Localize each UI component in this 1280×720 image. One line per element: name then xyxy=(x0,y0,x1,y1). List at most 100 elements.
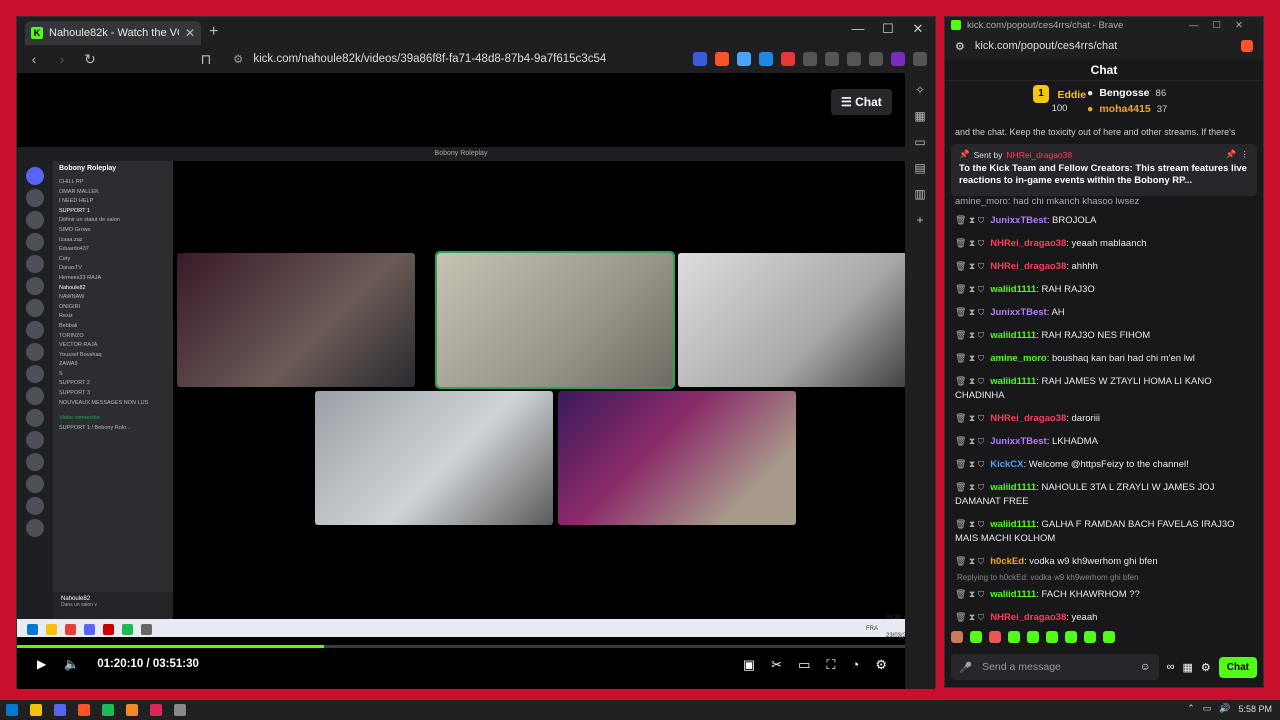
media-icon[interactable] xyxy=(847,52,861,66)
leo-icon[interactable] xyxy=(891,52,905,66)
chat-username[interactable]: h0ckEd xyxy=(990,556,1024,567)
chat-username[interactable]: waliid1111 xyxy=(990,330,1036,341)
microphone-icon[interactable]: 🎤 xyxy=(959,661,972,674)
wallet-sidebar-icon[interactable]: ▭ xyxy=(914,135,925,149)
toggle-chat-button[interactable]: ☰ Chat xyxy=(831,89,892,115)
chat-username[interactable]: amine_moro xyxy=(990,353,1047,364)
moderation-icons[interactable]: 🗑 ⧗ ⛉ xyxy=(955,589,984,599)
play-icon[interactable]: ▶ xyxy=(37,657,46,671)
emote-icon[interactable] xyxy=(1027,631,1039,643)
windows-start-icon[interactable] xyxy=(6,704,18,716)
moderation-icons[interactable]: 🗑 ⧗ ⛉ xyxy=(955,519,984,529)
moderation-icons[interactable]: 🗑 ⧗ ⛉ xyxy=(955,215,984,225)
chat-window-controls[interactable]: —☐✕ xyxy=(1189,20,1257,31)
new-tab-icon[interactable]: + xyxy=(209,23,218,41)
moderation-icons[interactable]: 🗑 ⧗ ⛉ xyxy=(955,330,984,340)
brave-shields-icon[interactable] xyxy=(715,52,729,66)
moderation-icons[interactable]: 🗑 ⧗ ⛉ xyxy=(955,612,984,622)
store-icon[interactable]: ▦ xyxy=(1182,661,1192,674)
volume-tray-icon[interactable]: 🔊 xyxy=(1219,703,1230,714)
settings-gear-icon[interactable]: ⚙ xyxy=(875,657,887,673)
history-sidebar-icon[interactable]: ▤ xyxy=(914,161,925,175)
volume-icon[interactable]: 🔈 xyxy=(64,657,79,671)
chat-url[interactable]: kick.com/popout/ces4rrs/chat xyxy=(975,40,1117,52)
file-explorer-icon[interactable] xyxy=(30,704,42,716)
brave-shields-icon[interactable] xyxy=(1241,40,1253,52)
moderation-icons[interactable]: 🗑 ⧗ ⛉ xyxy=(955,482,984,492)
tray-chevron-icon[interactable]: ⌃ xyxy=(1187,703,1195,714)
close-window-icon[interactable]: ✕ xyxy=(903,21,933,37)
discord-icon[interactable] xyxy=(54,704,66,716)
app-icon[interactable] xyxy=(174,704,186,716)
chat-username[interactable]: waliid1111 xyxy=(990,482,1036,493)
progress-bar[interactable] xyxy=(17,645,905,648)
chat-username[interactable]: waliid1111 xyxy=(990,519,1036,530)
chat-settings-icon[interactable]: ⚙ xyxy=(1201,661,1211,674)
emote-icon[interactable] xyxy=(1008,631,1020,643)
wallet-icon[interactable] xyxy=(869,52,883,66)
kicks-icon[interactable]: ∞ xyxy=(1167,661,1175,673)
moderation-icons[interactable]: 🗑 ⧗ ⛉ xyxy=(955,459,984,469)
moderation-icons[interactable]: 🗑 ⧗ ⛉ xyxy=(955,238,984,248)
brave-icon[interactable] xyxy=(78,704,90,716)
speed-icon[interactable]: ◔ xyxy=(851,657,859,673)
bookmarks-sidebar-icon[interactable]: ▦ xyxy=(914,109,925,123)
extensions-icon[interactable] xyxy=(803,52,817,66)
chat-username[interactable]: waliid1111 xyxy=(990,589,1036,600)
emoji-icon[interactable]: ☺ xyxy=(1140,661,1151,673)
emote-icon[interactable] xyxy=(1084,631,1096,643)
theater-icon[interactable]: ▭ xyxy=(798,657,810,673)
close-tab-icon[interactable]: ✕ xyxy=(185,26,195,40)
chat-username[interactable]: NHRei_dragao38 xyxy=(990,261,1066,272)
chat-username[interactable]: KickCX xyxy=(990,459,1023,470)
share-icon[interactable] xyxy=(693,52,707,66)
moderation-icons[interactable]: 🗑 ⧗ ⛉ xyxy=(955,353,984,363)
clip-icon[interactable]: ✂ xyxy=(771,657,782,673)
site-info-icon[interactable]: ⚙ xyxy=(955,40,965,53)
emote-icon[interactable] xyxy=(1065,631,1077,643)
address-bar[interactable]: ⚙ kick.com/nahoule82k/videos/39a86f8f-fa… xyxy=(225,48,683,70)
emote-icon[interactable] xyxy=(1103,631,1115,643)
emote-icon[interactable] xyxy=(951,631,963,643)
moderation-icons[interactable]: 🗑 ⧗ ⛉ xyxy=(955,307,984,317)
moderation-icons[interactable]: 🗑 ⧗ ⛉ xyxy=(955,413,984,423)
chat-username[interactable]: NHRei_dragao38 xyxy=(990,612,1066,623)
chat-username[interactable]: waliid1111 xyxy=(990,284,1036,295)
chat-username[interactable]: JunixxTBest xyxy=(990,215,1047,226)
unpin-icon[interactable]: 📌 xyxy=(1226,149,1237,160)
back-icon[interactable]: ‹ xyxy=(25,51,43,67)
bookmark-icon[interactable]: ⊓ xyxy=(197,51,215,68)
app-icon[interactable] xyxy=(150,704,162,716)
chat-username[interactable]: JunixxTBest xyxy=(990,307,1047,318)
site-info-icon[interactable]: ⚙ xyxy=(233,52,243,66)
miniplayer-icon[interactable]: ▣ xyxy=(743,657,755,673)
app-icon[interactable] xyxy=(126,704,138,716)
chat-username[interactable]: waliid1111 xyxy=(990,376,1036,387)
chat-username[interactable]: NHRei_dragao38 xyxy=(990,238,1066,249)
extension-3-icon[interactable] xyxy=(781,52,795,66)
emote-icon[interactable] xyxy=(1046,631,1058,643)
moderation-icons[interactable]: 🗑 ⧗ ⛉ xyxy=(955,376,984,386)
minimize-icon[interactable]: — xyxy=(843,21,873,37)
moderation-icons[interactable]: 🗑 ⧗ ⛉ xyxy=(955,556,984,566)
video-player[interactable]: ☰ Chat Bobony Roleplay Bobony Roleplay C… xyxy=(17,73,916,639)
emote-icon[interactable] xyxy=(970,631,982,643)
reload-icon[interactable]: ↻ xyxy=(81,51,99,68)
chat-username[interactable]: NHRei_dragao38 xyxy=(990,413,1066,424)
more-options-icon[interactable]: ⋮ xyxy=(1241,149,1250,160)
screenshot-icon[interactable] xyxy=(825,52,839,66)
chat-username[interactable]: JunixxTBest xyxy=(990,436,1047,447)
emote-icon[interactable] xyxy=(989,631,1001,643)
menu-icon[interactable] xyxy=(913,52,927,66)
moderation-icons[interactable]: 🗑 ⧗ ⛉ xyxy=(955,261,984,271)
add-sidebar-icon[interactable]: + xyxy=(916,213,923,227)
extension-1-icon[interactable] xyxy=(737,52,751,66)
send-chat-button[interactable]: Chat xyxy=(1218,656,1257,678)
maximize-icon[interactable]: ☐ xyxy=(873,21,903,37)
os-clock[interactable]: 5:58 PM xyxy=(1238,704,1272,714)
forward-icon[interactable]: › xyxy=(53,51,71,67)
fullscreen-icon[interactable]: ⛶ xyxy=(826,657,835,673)
browser-tab[interactable]: K Nahoule82k - Watch the VOD o ✕ xyxy=(25,21,201,45)
moderation-icons[interactable]: 🗑 ⧗ ⛉ xyxy=(955,436,984,446)
network-icon[interactable]: ▭ xyxy=(1203,703,1212,714)
